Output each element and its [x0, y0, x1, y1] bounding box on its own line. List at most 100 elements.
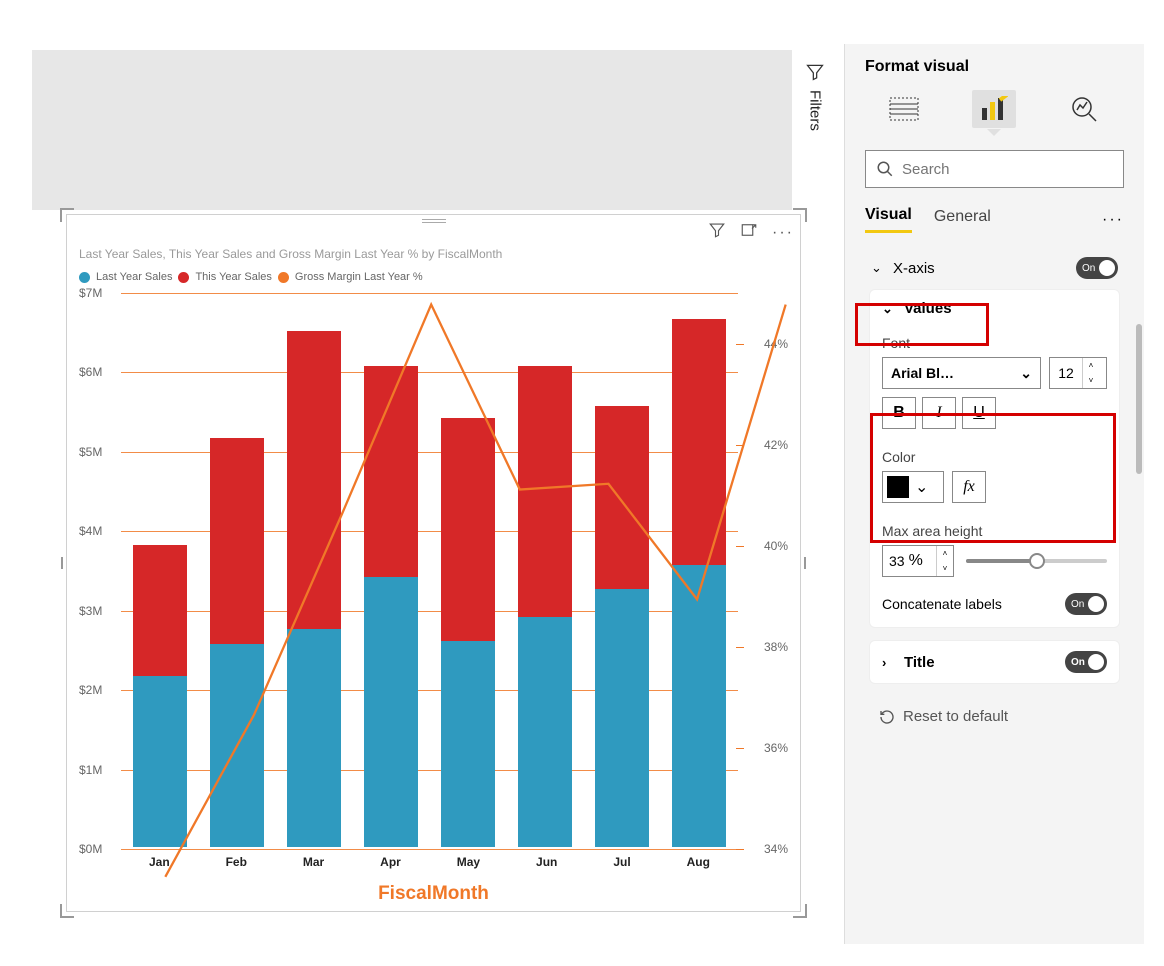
legend-last-label: Last Year Sales: [96, 271, 172, 283]
bar-this-year[interactable]: [287, 331, 341, 629]
chevron-down-icon: ⌄: [915, 477, 928, 497]
max-height-spinner[interactable]: 33 % ˄ ˅: [882, 545, 954, 577]
filters-pane-collapsed[interactable]: Filters: [790, 62, 840, 131]
bar-this-year[interactable]: [210, 438, 264, 645]
bar-group[interactable]: [133, 293, 187, 847]
analytics-tab-icon[interactable]: [1063, 90, 1107, 128]
resize-handle-tr[interactable]: [793, 208, 807, 222]
focus-mode-icon[interactable]: [740, 221, 758, 244]
y2axis-tick: 44%: [764, 337, 788, 351]
bar-last-year[interactable]: [133, 676, 187, 847]
values-label: Values: [904, 300, 952, 317]
color-picker[interactable]: ⌄: [882, 471, 944, 503]
bar-last-year[interactable]: [595, 589, 649, 847]
y2axis-tick: 40%: [764, 539, 788, 553]
resize-handle-tl[interactable]: [60, 208, 74, 222]
font-size-input[interactable]: [1050, 365, 1082, 381]
yaxis-tick: $2M: [79, 683, 102, 697]
font-size-spinner[interactable]: ˄ ˅: [1049, 357, 1107, 389]
xaxis-tick-label: Aug: [687, 855, 710, 869]
resize-handle-mr[interactable]: [804, 557, 806, 569]
fx-button[interactable]: fx: [952, 471, 986, 503]
visual-subtab[interactable]: Visual: [865, 206, 912, 233]
bar-last-year[interactable]: [364, 577, 418, 847]
pane-scrollbar[interactable]: [1136, 324, 1142, 474]
yaxis-tick: $3M: [79, 604, 102, 618]
general-subtab[interactable]: General: [934, 208, 991, 232]
y2axis-tick: 36%: [764, 741, 788, 755]
format-visual-tab-icon[interactable]: [972, 90, 1016, 128]
chart-drag-handle[interactable]: [414, 219, 454, 223]
yaxis-tick: $5M: [79, 445, 102, 459]
y2axis-tick: 38%: [764, 640, 788, 654]
values-card-header[interactable]: ⌄ Values: [870, 290, 1119, 327]
filters-pane-label: Filters: [807, 90, 824, 131]
bar-last-year[interactable]: [287, 629, 341, 847]
search-icon: [876, 160, 894, 178]
bar-this-year[interactable]: [133, 545, 187, 676]
underline-button[interactable]: U: [962, 397, 996, 429]
bar-this-year[interactable]: [595, 406, 649, 589]
bar-last-year[interactable]: [518, 617, 572, 847]
format-search[interactable]: [865, 150, 1124, 188]
chart-plot-area: $0M$1M$2M$3M$4M$5M$6M$7M 34%36%38%40%42%…: [79, 293, 788, 869]
max-height-slider[interactable]: [966, 559, 1107, 563]
resize-handle-ml[interactable]: [61, 557, 63, 569]
bar-last-year[interactable]: [210, 644, 264, 847]
resize-handle-bl[interactable]: [60, 904, 74, 918]
title-card-header[interactable]: › Title On: [870, 641, 1119, 683]
report-canvas[interactable]: ··· Last Year Sales, This Year Sales and…: [0, 0, 838, 966]
spin-up-icon[interactable]: ˄: [937, 546, 953, 561]
bar-this-year[interactable]: [518, 366, 572, 616]
bar-group[interactable]: [518, 293, 572, 847]
chevron-down-icon: ⌄: [1020, 365, 1032, 382]
concat-toggle[interactable]: On: [1065, 593, 1107, 615]
xaxis-toggle[interactable]: On: [1076, 257, 1118, 279]
y2axis-tick: 42%: [764, 438, 788, 452]
build-visual-tab-icon[interactable]: [882, 90, 926, 128]
reset-to-default[interactable]: Reset to default: [859, 696, 1130, 737]
chart-title: Last Year Sales, This Year Sales and Gro…: [79, 247, 502, 261]
legend-dot-this: [178, 272, 189, 283]
xaxis-tick-label: Mar: [303, 855, 324, 869]
chart-visual[interactable]: ··· Last Year Sales, This Year Sales and…: [66, 214, 801, 912]
reset-icon: [879, 709, 895, 725]
spin-down-icon[interactable]: ˅: [1083, 373, 1099, 388]
bar-group[interactable]: [595, 293, 649, 847]
slider-thumb[interactable]: [1029, 553, 1045, 569]
resize-handle-br[interactable]: [793, 904, 807, 918]
yaxis-tick: $6M: [79, 365, 102, 379]
bar-this-year[interactable]: [364, 366, 418, 576]
bold-button[interactable]: B: [882, 397, 916, 429]
max-height-label: Max area height: [882, 523, 1107, 539]
y2-tick-mark: [736, 849, 744, 850]
yaxis-tick: $0M: [79, 842, 102, 856]
bar-group[interactable]: [287, 293, 341, 847]
italic-button[interactable]: I: [922, 397, 956, 429]
bar-group[interactable]: [672, 293, 726, 847]
title-toggle[interactable]: On: [1065, 651, 1107, 673]
format-pane: Format visual Visual General ··· ⌄ X-axi…: [844, 44, 1144, 944]
spin-down-icon[interactable]: ˅: [937, 561, 953, 576]
bar-last-year[interactable]: [441, 641, 495, 848]
reset-label: Reset to default: [903, 708, 1008, 725]
filter-icon[interactable]: [708, 221, 726, 244]
chart-legend: Last Year Sales This Year Sales Gross Ma…: [79, 271, 423, 283]
bar-group[interactable]: [210, 293, 264, 847]
more-options-icon[interactable]: ···: [772, 224, 794, 242]
subtabs-more-icon[interactable]: ···: [1102, 211, 1124, 229]
bar-this-year[interactable]: [441, 418, 495, 640]
xaxis-tick-label: May: [457, 855, 480, 869]
xaxis-tick-label: Jun: [536, 855, 557, 869]
legend-this-label: This Year Sales: [195, 271, 271, 283]
color-label: Color: [882, 449, 1107, 465]
xaxis-card-header[interactable]: ⌄ X-axis On: [859, 247, 1130, 289]
spin-up-icon[interactable]: ˄: [1083, 358, 1099, 373]
bar-last-year[interactable]: [672, 565, 726, 847]
font-family-select[interactable]: Arial Bl… ⌄: [882, 357, 1041, 389]
y2axis-tick: 34%: [764, 842, 788, 856]
bar-this-year[interactable]: [672, 319, 726, 565]
bar-group[interactable]: [441, 293, 495, 847]
bar-group[interactable]: [364, 293, 418, 847]
format-search-input[interactable]: [902, 161, 1113, 178]
